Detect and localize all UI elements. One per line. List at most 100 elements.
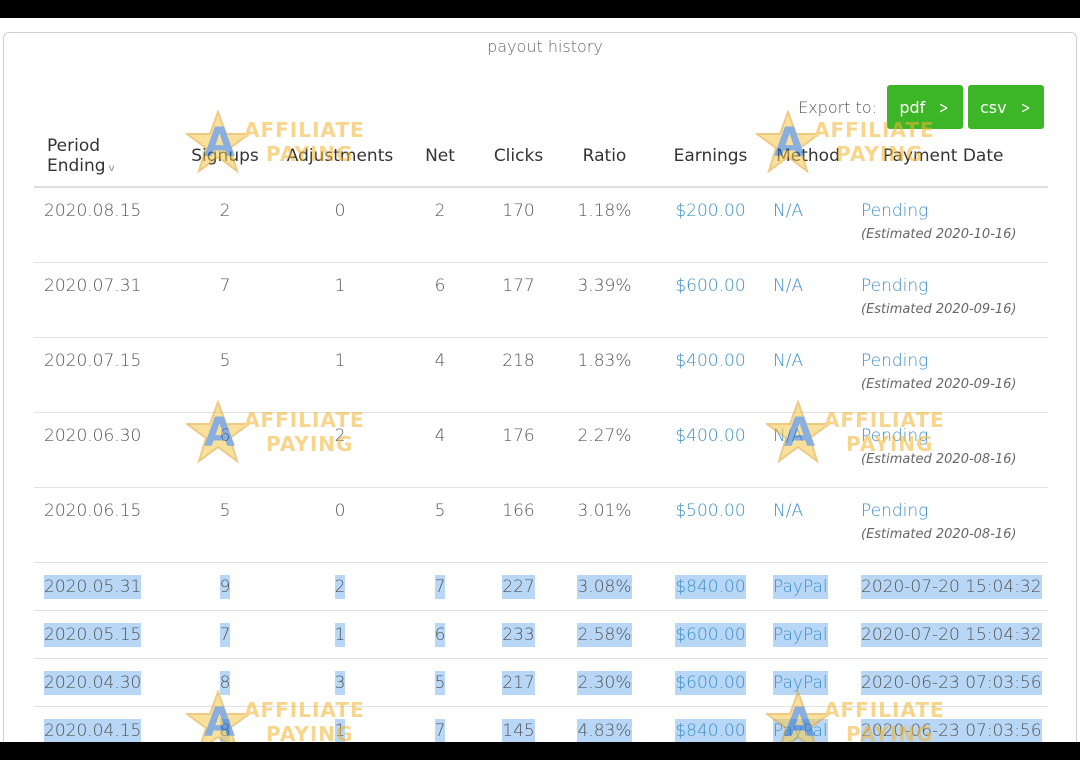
cell-adjustments: 2	[286, 412, 394, 488]
cell-payment-date: Pending (Estimated 2020-10-16)	[853, 187, 1048, 263]
cell-payment-date: 2020-07-20 15:04:32	[853, 610, 1048, 659]
cell-earnings: $840.00	[658, 706, 763, 742]
payout-history-table: Period Ending v Signups Adjustments Net C…	[34, 126, 1048, 742]
estimated-date: (Estimated 2020-09-16)	[861, 377, 1017, 392]
cell-signups: 5	[164, 487, 286, 563]
export-pdf-button[interactable]: pdf >	[887, 85, 963, 129]
cell-ratio: 1.83%	[551, 337, 658, 413]
chevron-right-icon: >	[939, 97, 949, 117]
cell-clicks: 145	[486, 706, 551, 742]
cell-earnings: $200.00	[658, 187, 763, 263]
cell-signups: 7	[164, 262, 286, 338]
column-header-adjustments: Adjustments	[286, 126, 394, 188]
cell-adjustments: 2	[286, 562, 394, 611]
cell-net: 5	[394, 487, 486, 563]
cell-signups: 6	[164, 412, 286, 488]
table-row: 2020.06.30 6 2 4 176 2.27% $400.00 N/A Pending (E…	[34, 412, 1048, 488]
column-header-earnings: Earnings	[658, 126, 763, 188]
cell-period-ending: 2020.07.15	[34, 337, 164, 413]
cell-ratio: 3.01%	[551, 487, 658, 563]
cell-payment-date: 2020-06-23 07:03:56	[853, 706, 1048, 742]
cell-net: 7	[394, 706, 486, 742]
cell-method: PayPal	[763, 658, 853, 707]
cell-signups: 2	[164, 187, 286, 263]
cell-clicks: 217	[486, 658, 551, 707]
sort-caret-icon: v	[108, 163, 115, 174]
cell-earnings: $600.00	[658, 610, 763, 659]
cell-method: PayPal	[763, 610, 853, 659]
cell-method: PayPal	[763, 706, 853, 742]
cell-method: N/A	[763, 487, 853, 563]
table-row: 2020.07.15 5 1 4 218 1.83% $400.00 N/A Pending (E…	[34, 337, 1048, 413]
table-row: 2020.08.15 2 0 2 170 1.18% $200.00 N/A Pending (E…	[34, 187, 1048, 263]
cell-adjustments: 1	[286, 262, 394, 338]
cell-period-ending: 2020.04.15	[34, 706, 164, 742]
cell-signups: 8	[164, 658, 286, 707]
cell-ratio: 2.30%	[551, 658, 658, 707]
cell-period-ending: 2020.06.30	[34, 412, 164, 488]
column-header-payment-date: Payment Date	[853, 126, 1048, 188]
cell-payment-date: Pending (Estimated 2020-08-16)	[853, 412, 1048, 488]
cell-clicks: 166	[486, 487, 551, 563]
cell-period-ending: 2020.05.15	[34, 610, 164, 659]
export-toolbar: Export to: pdf > csv >	[798, 85, 1044, 129]
cell-ratio: 3.39%	[551, 262, 658, 338]
column-header-period-ending[interactable]: Period Ending v	[34, 126, 164, 188]
page: payout history Export to: pdf > csv > Pe…	[0, 18, 1080, 742]
estimated-date: (Estimated 2020-08-16)	[861, 527, 1017, 542]
cell-ratio: 3.08%	[551, 562, 658, 611]
cell-payment-date: Pending (Estimated 2020-09-16)	[853, 337, 1048, 413]
cell-payment-date: 2020-07-20 15:04:32	[853, 562, 1048, 611]
cell-period-ending: 2020.04.30	[34, 658, 164, 707]
cell-earnings: $840.00	[658, 562, 763, 611]
cell-net: 5	[394, 658, 486, 707]
cell-payment-date: Pending (Estimated 2020-09-16)	[853, 262, 1048, 338]
cell-net: 6	[394, 262, 486, 338]
cell-net: 4	[394, 337, 486, 413]
estimated-date: (Estimated 2020-09-16)	[861, 302, 1017, 317]
column-header-signups: Signups	[164, 126, 286, 188]
cell-method: N/A	[763, 187, 853, 263]
cell-earnings: $400.00	[658, 337, 763, 413]
cell-adjustments: 1	[286, 610, 394, 659]
cell-payment-date: Pending (Estimated 2020-08-16)	[853, 487, 1048, 563]
table-row: 2020.07.31 7 1 6 177 3.39% $600.00 N/A Pending (E…	[34, 262, 1048, 338]
cell-net: 4	[394, 412, 486, 488]
cell-clicks: 233	[486, 610, 551, 659]
export-csv-button[interactable]: csv >	[968, 85, 1044, 129]
table-row: 2020.05.15 7 1 6 233 2.58% $600.00 PayPal 2020-0…	[34, 610, 1048, 659]
cell-adjustments: 1	[286, 706, 394, 742]
cell-payment-date: 2020-06-23 07:03:56	[853, 658, 1048, 707]
chevron-right-icon: >	[1020, 97, 1031, 117]
cell-signups: 7	[164, 610, 286, 659]
table-row: 2020.04.30 8 3 5 217 2.30% $600.00 PayPal 2020-0…	[34, 658, 1048, 707]
table-body: 2020.08.15 2 0 2 170 1.18% $200.00 N/A Pending (E…	[34, 187, 1048, 742]
cell-clicks: 227	[486, 562, 551, 611]
column-header-net: Net	[394, 126, 486, 188]
cell-earnings: $600.00	[658, 658, 763, 707]
table-row: 2020.06.15 5 0 5 166 3.01% $500.00 N/A Pending (E…	[34, 487, 1048, 563]
cell-net: 2	[394, 187, 486, 263]
cell-period-ending: 2020.08.15	[34, 187, 164, 263]
cell-method: N/A	[763, 262, 853, 338]
cell-adjustments: 1	[286, 337, 394, 413]
cell-ratio: 4.83%	[551, 706, 658, 742]
column-header-ratio: Ratio	[551, 126, 658, 188]
panel-title: payout history	[478, 37, 612, 56]
cell-earnings: $400.00	[658, 412, 763, 488]
cell-ratio: 2.27%	[551, 412, 658, 488]
table-row: 2020.05.31 9 2 7 227 3.08% $840.00 PayPal 2020-0…	[34, 562, 1048, 611]
table-row: 2020.04.15 8 1 7 145 4.83% $840.00 PayPal 2020-0…	[34, 706, 1048, 742]
cell-clicks: 177	[486, 262, 551, 338]
cell-method: N/A	[763, 412, 853, 488]
cell-clicks: 218	[486, 337, 551, 413]
table-header-row: Period Ending v Signups Adjustments Net C…	[34, 126, 1048, 188]
cell-clicks: 170	[486, 187, 551, 263]
cell-earnings: $600.00	[658, 262, 763, 338]
cell-signups: 8	[164, 706, 286, 742]
cell-method: PayPal	[763, 562, 853, 611]
cell-adjustments: 0	[286, 487, 394, 563]
column-header-clicks: Clicks	[486, 126, 551, 188]
cell-period-ending: 2020.06.15	[34, 487, 164, 563]
cell-net: 6	[394, 610, 486, 659]
